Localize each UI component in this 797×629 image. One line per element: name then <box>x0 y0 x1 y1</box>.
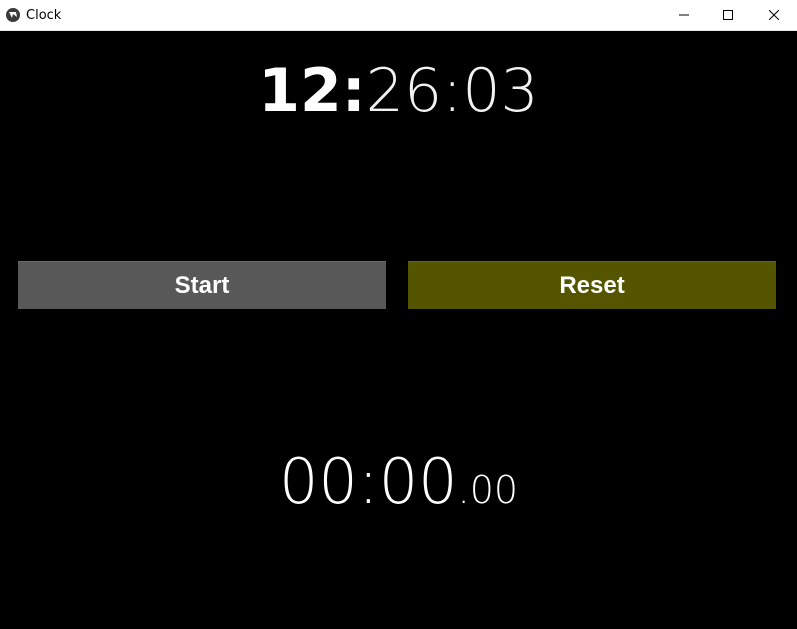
window-title: Clock <box>26 8 62 23</box>
stopwatch-fraction: .00 <box>457 468 519 512</box>
reset-button[interactable]: Reset <box>408 261 776 309</box>
close-button[interactable] <box>751 0 797 30</box>
clock-minutes-seconds: 26:03 <box>365 56 539 126</box>
reset-button-label: Reset <box>559 271 625 299</box>
minimize-icon <box>679 14 689 16</box>
clock-display: 12:26:03 <box>0 55 797 127</box>
maximize-button[interactable] <box>705 0 751 30</box>
stopwatch-main: 00:00 <box>278 445 458 518</box>
title-bar[interactable]: Clock <box>0 0 797 31</box>
clock-hours: 12: <box>258 56 366 126</box>
start-button[interactable]: Start <box>18 261 386 309</box>
kivy-app-icon <box>6 8 20 22</box>
minimize-button[interactable] <box>661 0 707 30</box>
close-icon <box>769 10 779 20</box>
start-button-label: Start <box>174 271 230 299</box>
maximize-icon <box>723 10 733 20</box>
stopwatch-display: 00:00.00 <box>0 446 797 526</box>
clock-window: Clock 12:26:03 Start Reset 00:00.00 <box>0 0 797 629</box>
